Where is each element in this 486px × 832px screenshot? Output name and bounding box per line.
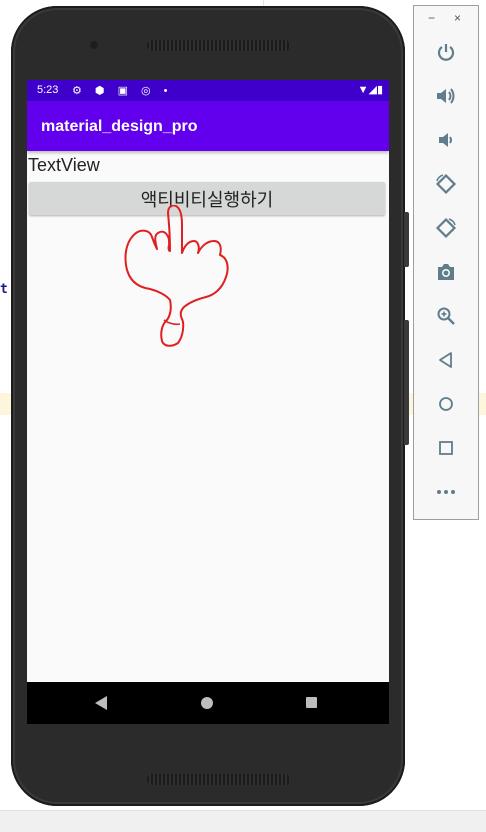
home-icon[interactable] bbox=[430, 388, 462, 420]
emulator-toolbar: − × bbox=[413, 5, 479, 520]
front-camera bbox=[90, 41, 98, 49]
rotate-left-icon[interactable] bbox=[430, 168, 462, 200]
red-hand-drawing bbox=[124, 205, 229, 347]
back-icon[interactable] bbox=[430, 344, 462, 376]
close-button[interactable]: × bbox=[454, 11, 461, 25]
textview-label: TextView bbox=[28, 155, 100, 175]
top-speaker-grille bbox=[147, 40, 290, 51]
zoom-icon[interactable] bbox=[430, 300, 462, 332]
camera-icon[interactable] bbox=[430, 256, 462, 288]
device-screen: 5:23 ⚙ ⬢ ▣ ◎ • ▼◢▮ material_design_pro T… bbox=[27, 80, 389, 724]
overview-icon[interactable] bbox=[430, 432, 462, 464]
app-bar: material_design_pro bbox=[27, 101, 389, 151]
nav-home-icon[interactable] bbox=[201, 697, 213, 709]
ide-status-strip bbox=[0, 810, 486, 832]
nav-back-icon[interactable] bbox=[95, 696, 107, 710]
notification-icons: ⚙ ⬢ ▣ ◎ • bbox=[72, 85, 173, 97]
signal-battery-icons: ▼◢▮ bbox=[357, 84, 383, 96]
more-icon[interactable] bbox=[430, 476, 462, 508]
nav-recents-icon[interactable] bbox=[306, 697, 317, 708]
hardware-volume-keys[interactable] bbox=[404, 320, 409, 445]
status-bar: 5:23 ⚙ ⬢ ▣ ◎ • ▼◢▮ bbox=[27, 80, 389, 101]
rotate-right-icon[interactable] bbox=[430, 212, 462, 244]
bottom-speaker-grille bbox=[147, 774, 290, 785]
volume-up-icon[interactable] bbox=[430, 80, 462, 112]
ide-code-fragment: t bbox=[0, 282, 8, 297]
status-time: 5:23 bbox=[37, 84, 59, 96]
volume-down-icon[interactable] bbox=[430, 124, 462, 156]
power-icon[interactable] bbox=[430, 36, 462, 68]
app-title: material_design_pro bbox=[41, 118, 198, 135]
minimize-button[interactable]: − bbox=[428, 11, 435, 25]
navigation-bar bbox=[27, 682, 389, 724]
hardware-power-key[interactable] bbox=[404, 212, 409, 267]
